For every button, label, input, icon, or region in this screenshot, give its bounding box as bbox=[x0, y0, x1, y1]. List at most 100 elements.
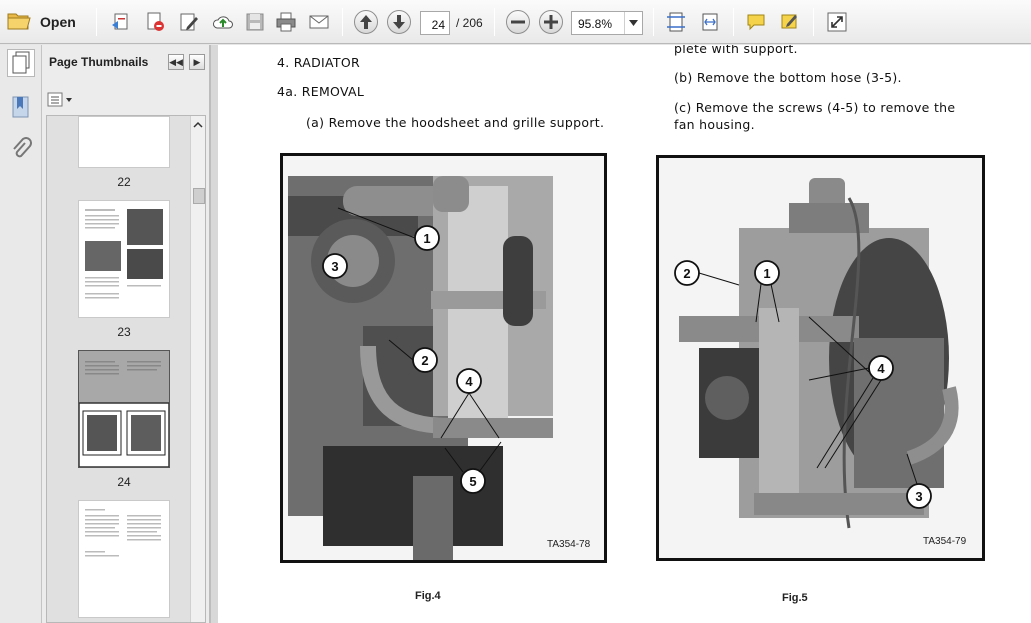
scroll-up-icon[interactable] bbox=[191, 120, 205, 130]
edit-button[interactable] bbox=[176, 9, 202, 35]
pages-icon bbox=[12, 51, 30, 74]
figure-4: 1 2 3 4 5 TA354-78 bbox=[280, 153, 607, 563]
callout-2: 2 bbox=[421, 353, 428, 368]
page-down-icon bbox=[387, 10, 411, 34]
paperclip-icon bbox=[13, 137, 32, 158]
toolbar-separator bbox=[733, 8, 734, 36]
callout-4: 4 bbox=[877, 361, 885, 376]
fit-page-icon bbox=[667, 12, 685, 32]
open-button[interactable]: Open bbox=[6, 8, 82, 36]
previous-page-button[interactable] bbox=[353, 9, 379, 35]
chevron-down-icon[interactable] bbox=[624, 12, 642, 34]
open-label: Open bbox=[40, 14, 76, 30]
save-icon bbox=[246, 13, 264, 31]
step-c-line1: (c) Remove the screws (4-5) to remove th… bbox=[674, 100, 956, 115]
navigation-rail bbox=[0, 45, 42, 623]
convert-icon bbox=[147, 12, 164, 31]
open-folder-icon bbox=[6, 9, 32, 36]
zoom-in-icon bbox=[539, 10, 563, 34]
bookmark-icon bbox=[12, 96, 29, 118]
thumbnail-preview bbox=[85, 209, 163, 299]
toolbar-separator bbox=[96, 8, 97, 36]
thumbnail-scrollbar[interactable] bbox=[190, 116, 205, 622]
attachments-tab[interactable] bbox=[7, 135, 35, 163]
upload-icon bbox=[213, 16, 233, 29]
close-panel-icon[interactable]: ▶ bbox=[189, 54, 205, 70]
page-number-input[interactable] bbox=[420, 11, 450, 35]
next-page-button[interactable] bbox=[386, 9, 412, 35]
zoom-in-button[interactable] bbox=[538, 9, 564, 35]
zoom-value: 95.8% bbox=[578, 17, 613, 31]
highlight-button[interactable] bbox=[777, 9, 803, 35]
thumbnail-label: 22 bbox=[117, 175, 131, 189]
thumbnail-page-23[interactable] bbox=[78, 200, 170, 318]
callout-5: 5 bbox=[469, 474, 476, 489]
figure-caption: Fig.4 bbox=[415, 590, 441, 602]
thumbnail-label: 24 bbox=[117, 475, 131, 489]
highlight-icon bbox=[781, 14, 797, 29]
zoom-select[interactable]: 95.8% bbox=[571, 11, 643, 35]
zoom-out-icon bbox=[506, 10, 530, 34]
pdf-reader-window: Open / 206 bbox=[0, 0, 1031, 623]
create-pdf-icon bbox=[112, 13, 128, 30]
callout-2: 2 bbox=[683, 266, 690, 281]
print-icon bbox=[276, 12, 296, 32]
step-b: (b) Remove the bottom hose (3-5). bbox=[674, 70, 902, 85]
expand-button[interactable] bbox=[824, 9, 850, 35]
scrollbar-thumb[interactable] bbox=[193, 188, 205, 204]
edit-icon bbox=[180, 13, 198, 31]
thumbnail-options-button[interactable] bbox=[47, 92, 73, 108]
toolbar-separator bbox=[813, 8, 814, 36]
toolbar: Open / 206 bbox=[0, 0, 1031, 44]
email-icon bbox=[309, 15, 329, 29]
step-c-line2: fan housing. bbox=[674, 117, 755, 132]
figure-ref: TA354-79 bbox=[923, 536, 967, 547]
callout-3: 3 bbox=[331, 259, 338, 274]
fit-page-button[interactable] bbox=[663, 9, 689, 35]
callout-3: 3 bbox=[915, 489, 922, 504]
create-pdf-button[interactable] bbox=[108, 9, 134, 35]
collapse-panel-icon[interactable]: ◀◀ bbox=[168, 54, 184, 70]
upload-button[interactable] bbox=[210, 9, 236, 35]
subsection-heading: 4a. REMOVAL bbox=[277, 84, 365, 99]
toolbar-separator bbox=[653, 8, 654, 36]
comment-icon bbox=[747, 14, 765, 31]
toolbar-separator bbox=[494, 8, 495, 36]
fit-width-button[interactable] bbox=[697, 9, 723, 35]
page-up-icon bbox=[354, 10, 378, 34]
panel-splitter[interactable] bbox=[210, 45, 218, 623]
save-button[interactable] bbox=[242, 9, 268, 35]
panel-title: Page Thumbnails bbox=[49, 55, 149, 69]
page-thumbnails-tab[interactable] bbox=[7, 49, 35, 77]
thumbnail-preview bbox=[85, 509, 161, 557]
figure-5: 1 2 3 4 TA354-79 bbox=[656, 155, 985, 561]
figure-ref: TA354-78 bbox=[547, 539, 591, 550]
document-view: 4. RADIATOR 4a. REMOVAL (a) Remove the h… bbox=[218, 45, 1031, 623]
email-button[interactable] bbox=[306, 9, 332, 35]
step-a: (a) Remove the hoodsheet and grille supp… bbox=[306, 115, 605, 130]
thumbnail-page-22[interactable] bbox=[78, 116, 170, 168]
bookmarks-tab[interactable] bbox=[7, 93, 35, 121]
radiator-assembly-photo: 1 2 3 4 bbox=[659, 158, 982, 558]
zoom-out-button[interactable] bbox=[505, 9, 531, 35]
callout-1: 1 bbox=[763, 266, 770, 281]
thumbnail-page-24[interactable] bbox=[78, 350, 170, 468]
page-total: / 206 bbox=[456, 16, 483, 30]
options-icon bbox=[47, 92, 72, 107]
engine-radiator-photo: 1 2 3 4 5 bbox=[283, 156, 604, 560]
continued-text: plete with support. bbox=[674, 45, 798, 56]
print-button[interactable] bbox=[273, 9, 299, 35]
comment-button[interactable] bbox=[743, 9, 769, 35]
fit-width-icon bbox=[702, 13, 718, 31]
thumbnails-panel: Page Thumbnails ◀◀ ▶ 22 23 24 bbox=[42, 45, 210, 623]
toolbar-separator bbox=[342, 8, 343, 36]
thumbnail-label: 23 bbox=[117, 325, 131, 339]
section-heading: 4. RADIATOR bbox=[277, 55, 360, 70]
convert-button[interactable] bbox=[142, 9, 168, 35]
thumbnail-list: 22 23 24 bbox=[46, 115, 206, 623]
figure-caption: Fig.5 bbox=[782, 592, 808, 604]
callout-1: 1 bbox=[423, 231, 430, 246]
thumbnail-page-25[interactable] bbox=[78, 500, 170, 618]
expand-icon bbox=[827, 12, 847, 32]
callout-4: 4 bbox=[465, 374, 473, 389]
